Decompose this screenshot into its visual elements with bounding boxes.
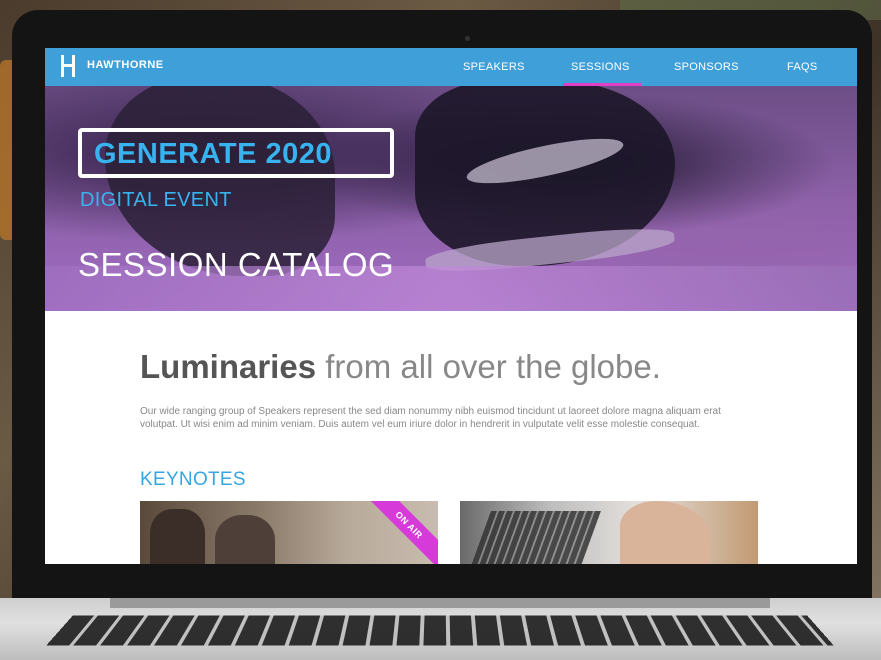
hawthorne-logo-icon[interactable] <box>61 55 75 77</box>
on-air-badge: ON AIR <box>363 501 438 564</box>
card-photo-person <box>150 509 205 564</box>
event-title-box: GENERATE 2020 <box>78 128 394 178</box>
card-photo-hand <box>620 501 710 564</box>
brand-name[interactable]: HAWTHORNE <box>87 59 164 71</box>
nav-sessions[interactable]: SESSIONS <box>571 61 630 73</box>
keynotes-heading: KEYNOTES <box>140 469 246 490</box>
camera <box>465 36 470 41</box>
keynote-card[interactable]: ON AIR <box>140 501 438 564</box>
nav-speakers[interactable]: SPEAKERS <box>463 61 525 73</box>
nav-sponsors[interactable]: SPONSORS <box>674 61 739 73</box>
top-navbar: HAWTHORNE SPEAKERS SESSIONS SPONSORS FAQ… <box>45 48 857 86</box>
event-subtitle: DIGITAL EVENT <box>80 189 232 211</box>
card-photo-person <box>215 515 275 564</box>
laptop-hinge <box>110 598 770 608</box>
section-headline: Luminaries from all over the globe. <box>140 348 661 386</box>
page-heading: SESSION CATALOG <box>78 246 395 283</box>
card-photo-keyboard <box>469 511 601 564</box>
keynote-card[interactable] <box>460 501 758 564</box>
intro-paragraph: Our wide ranging group of Speakers repre… <box>140 406 721 430</box>
laptop-keyboard <box>46 615 834 646</box>
hero-banner: GENERATE 2020 DIGITAL EVENT SESSION CATA… <box>45 86 857 311</box>
browser-screen: HAWTHORNE SPEAKERS SESSIONS SPONSORS FAQ… <box>45 48 857 564</box>
event-title: GENERATE 2020 <box>94 138 333 170</box>
nav-faqs[interactable]: FAQS <box>787 61 818 73</box>
headline-rest: from all over the globe. <box>316 348 661 385</box>
headline-bold: Luminaries <box>140 348 317 385</box>
